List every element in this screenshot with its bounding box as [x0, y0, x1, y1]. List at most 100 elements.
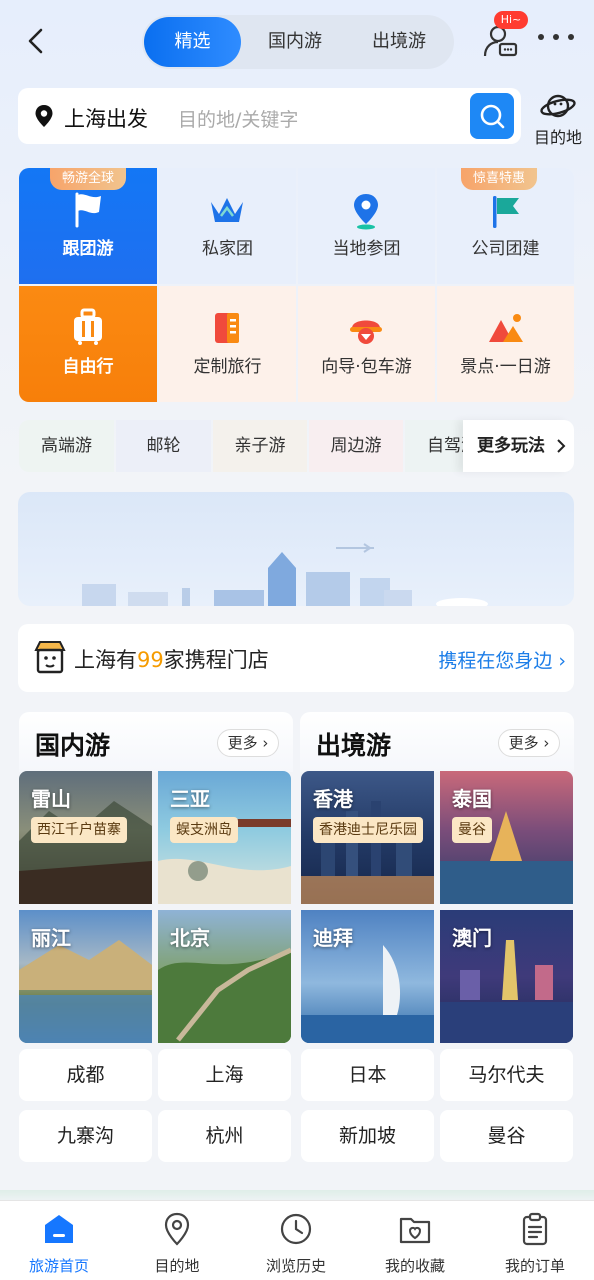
store-icon — [34, 641, 66, 674]
category-label: 定制旅行 — [193, 357, 262, 377]
hi-badge: Hi~ — [494, 11, 528, 29]
store-suffix: 家携程门店 — [163, 648, 269, 672]
tab-domestic[interactable]: 国内游 — [241, 17, 349, 67]
tile-tag: 蜈支洲岛 — [170, 817, 238, 843]
tab-label: 旅游首页 — [28, 1257, 89, 1275]
departure-city[interactable]: 上海出发 — [64, 103, 148, 133]
category-local-tour[interactable]: 当地参团 — [298, 168, 435, 284]
destination-tile-thailand[interactable]: 泰国 曼谷 — [440, 771, 573, 904]
promo-ribbon: 惊喜特惠 — [461, 168, 538, 190]
domestic-more-button[interactable]: 更多 › — [217, 729, 279, 757]
category-group-tour[interactable]: 畅游全球 跟团游 — [19, 168, 157, 284]
destination-tile-lijiang[interactable]: 丽江 — [19, 910, 152, 1043]
category-team-building[interactable]: 惊喜特惠 公司团建 — [437, 168, 574, 284]
tile-city: 丽江 — [31, 926, 71, 950]
search-button[interactable] — [470, 93, 514, 139]
store-count: 99 — [137, 648, 164, 672]
tile-city: 雷山 — [31, 787, 71, 811]
chevron-left-icon — [28, 28, 43, 54]
destination-tile-beijing[interactable]: 北京 — [158, 910, 291, 1043]
location-pin-icon — [354, 194, 378, 230]
city-pill[interactable]: 上海 — [158, 1049, 291, 1101]
planet-icon — [540, 94, 576, 118]
tile-city: 三亚 — [170, 787, 210, 811]
dot-icon — [568, 34, 574, 40]
more-play-button[interactable]: 更多玩法 — [463, 420, 574, 472]
store-text: 上海有99家携程门店 — [74, 644, 269, 674]
category-label: 公司团建 — [471, 239, 540, 259]
back-button[interactable] — [22, 26, 52, 56]
location-pin-icon — [164, 1212, 190, 1246]
dot-icon — [538, 34, 544, 40]
tab-label: 我的订单 — [504, 1257, 565, 1275]
skyline-banner[interactable] — [18, 492, 574, 606]
tab-destination[interactable]: 目的地 — [118, 1201, 236, 1280]
luggage-icon — [74, 308, 102, 345]
category-label: 景点·一日游 — [460, 357, 551, 377]
channel-tabs: 精选 国内游 出境游 — [142, 15, 454, 69]
city-pill[interactable]: 杭州 — [158, 1110, 291, 1162]
destination-label: 目的地 — [533, 128, 582, 147]
category-label: 当地参团 — [332, 239, 401, 259]
more-label: 更多 — [508, 734, 539, 752]
domestic-section-header: 国内游 更多 › — [19, 712, 293, 772]
city-pill[interactable]: 新加坡 — [301, 1110, 434, 1162]
tile-city: 澳门 — [452, 926, 492, 950]
chip-cruise[interactable]: 邮轮 — [116, 420, 211, 472]
tab-outbound[interactable]: 出境游 — [349, 17, 449, 67]
store-prefix: 上海有 — [74, 648, 137, 672]
chip-luxury-tour[interactable]: 高端游 — [19, 420, 114, 472]
guide-cap-icon — [350, 320, 382, 344]
outbound-section-header: 出境游 更多 › — [300, 712, 574, 772]
category-guide-charter[interactable]: 向导·包车游 — [298, 286, 435, 402]
tile-tag: 曼谷 — [452, 817, 492, 843]
mountain-icon — [489, 314, 523, 342]
category-custom-travel[interactable]: 定制旅行 — [159, 286, 296, 402]
city-pill[interactable]: 马尔代夫 — [440, 1049, 573, 1101]
destination-button[interactable]: 目的地 — [530, 90, 586, 147]
category-attraction-day-trip[interactable]: 景点·一日游 — [437, 286, 574, 402]
more-play-label: 更多玩法 — [477, 436, 545, 456]
destination-tile-sanya[interactable]: 三亚 蜈支洲岛 — [158, 771, 291, 904]
dot-icon — [553, 34, 559, 40]
city-pill[interactable]: 成都 — [19, 1049, 152, 1101]
tab-favorites[interactable]: 我的收藏 — [356, 1201, 474, 1280]
chevron-right-icon: › — [558, 650, 566, 672]
store-banner[interactable]: 上海有99家携程门店 携程在您身边 › — [18, 624, 574, 692]
destination-tile-leishan[interactable]: 雷山 西江千户苗寨 — [19, 771, 152, 904]
tab-history[interactable]: 浏览历史 — [237, 1201, 355, 1280]
destination-tile-hongkong[interactable]: 香港 香港迪士尼乐园 — [301, 771, 434, 904]
destination-tile-macau[interactable]: 澳门 — [440, 910, 573, 1043]
tab-orders[interactable]: 我的订单 — [476, 1201, 594, 1280]
tab-label: 浏览历史 — [265, 1257, 326, 1275]
city-pill[interactable]: 日本 — [301, 1049, 434, 1101]
home-icon — [45, 1215, 73, 1243]
category-private-tour[interactable]: 私家团 — [159, 168, 296, 284]
category-label: 向导·包车游 — [321, 357, 412, 377]
city-pill[interactable]: 曼谷 — [440, 1110, 573, 1162]
city-skyline-illustration — [82, 543, 488, 606]
search-bar[interactable]: 上海出发 目的地/关键字 — [18, 88, 521, 144]
tile-city: 北京 — [170, 926, 210, 950]
tile-tag: 香港迪士尼乐园 — [313, 817, 423, 843]
chip-family-tour[interactable]: 亲子游 — [213, 420, 307, 472]
team-flag-icon — [493, 196, 519, 228]
tile-city: 泰国 — [452, 787, 492, 811]
clipboard-icon — [522, 1212, 548, 1246]
city-pill[interactable]: 九寨沟 — [19, 1110, 152, 1162]
more-options-button[interactable] — [538, 34, 574, 44]
destination-tile-dubai[interactable]: 迪拜 — [301, 910, 434, 1043]
category-label: 跟团游 — [62, 239, 114, 259]
category-independent-travel[interactable]: 自由行 — [19, 286, 157, 402]
tile-city: 迪拜 — [313, 926, 353, 950]
section-title: 国内游 — [35, 731, 111, 760]
store-nearby-link[interactable]: 携程在您身边 › — [438, 646, 566, 673]
tile-city: 香港 — [313, 787, 353, 811]
tab-featured[interactable]: 精选 — [144, 17, 241, 67]
outbound-more-button[interactable]: 更多 › — [498, 729, 560, 757]
chip-nearby-tour[interactable]: 周边游 — [309, 420, 403, 472]
more-label: 更多 — [227, 734, 258, 752]
search-input[interactable]: 目的地/关键字 — [178, 105, 298, 132]
tab-travel-home[interactable]: 旅游首页 — [0, 1201, 118, 1280]
tile-tag: 西江千户苗寨 — [31, 817, 127, 843]
